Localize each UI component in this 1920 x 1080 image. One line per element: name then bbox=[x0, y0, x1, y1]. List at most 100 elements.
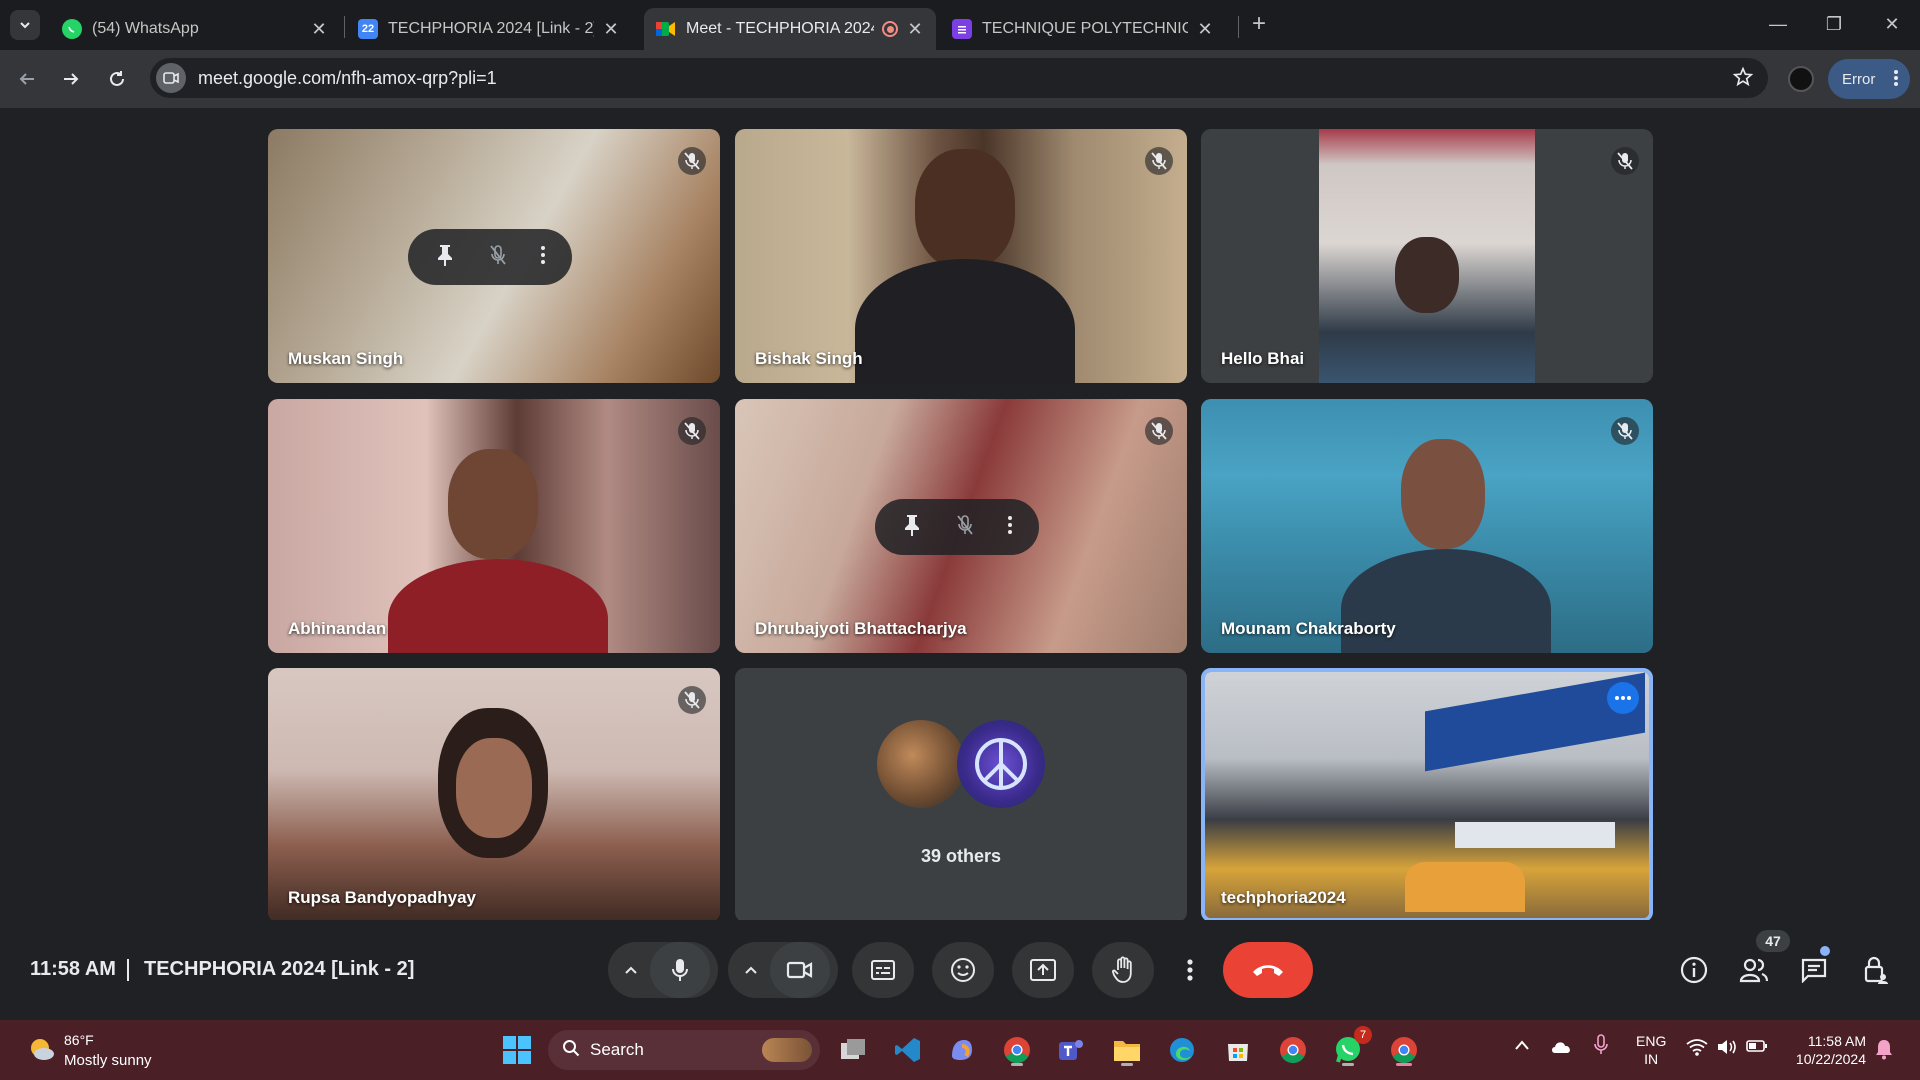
chevron-down-icon bbox=[20, 22, 30, 29]
chrome-icon[interactable] bbox=[1275, 1032, 1311, 1068]
video-feed bbox=[1205, 672, 1649, 918]
site-info-icon[interactable] bbox=[156, 63, 186, 93]
pin-icon[interactable] bbox=[435, 243, 455, 272]
minimize-button[interactable]: — bbox=[1758, 10, 1798, 40]
address-bar[interactable]: meet.google.com/nfh-amox-qrp?pli=1 bbox=[150, 58, 1768, 98]
microsoft-store-icon[interactable] bbox=[1220, 1032, 1256, 1068]
more-vert-icon bbox=[1187, 959, 1193, 981]
chat-button[interactable] bbox=[1794, 950, 1834, 990]
tab-technique-polytechnic[interactable]: TECHNIQUE POLYTECHNIC INS ✕ bbox=[940, 8, 1226, 50]
windows-start-button[interactable] bbox=[503, 1036, 531, 1064]
leave-call-button[interactable] bbox=[1223, 942, 1313, 998]
others-tile[interactable]: 39 others bbox=[735, 668, 1187, 922]
more-options-button[interactable] bbox=[1172, 942, 1208, 998]
microphone-button[interactable] bbox=[650, 942, 710, 998]
profile-avatar[interactable] bbox=[1788, 66, 1814, 92]
tab-title: TECHPHORIA 2024 [Link - 2] bbox=[388, 20, 594, 37]
arrow-right-icon bbox=[64, 73, 79, 85]
weather-icon[interactable] bbox=[26, 1034, 56, 1064]
participant-tile[interactable]: Bishak Singh bbox=[735, 129, 1187, 383]
show-hidden-icons[interactable] bbox=[1514, 1038, 1530, 1054]
mute-participant-icon[interactable] bbox=[955, 513, 975, 542]
tab-close-icon[interactable]: ✕ bbox=[906, 19, 924, 40]
more-options-icon[interactable] bbox=[1607, 682, 1639, 714]
avatar bbox=[957, 720, 1045, 808]
reload-button[interactable] bbox=[100, 62, 134, 96]
language-indicator[interactable]: ENG IN bbox=[1636, 1032, 1666, 1068]
battery-icon[interactable] bbox=[1746, 1038, 1768, 1057]
chrome-icon[interactable] bbox=[1386, 1032, 1422, 1068]
participant-name: Bishak Singh bbox=[755, 349, 863, 368]
participant-tile[interactable]: Dhrubajyoti Bhattacharjya bbox=[735, 399, 1187, 653]
info-icon bbox=[1680, 956, 1708, 984]
weather-temperature[interactable]: 86°F bbox=[64, 1032, 94, 1048]
meeting-time: 11:58 AM bbox=[30, 958, 116, 980]
video-feed bbox=[268, 668, 720, 922]
back-button[interactable] bbox=[10, 62, 44, 96]
tab-whatsapp[interactable]: (54) WhatsApp ✕ bbox=[50, 8, 340, 50]
participant-tile[interactable]: Muskan Singh bbox=[268, 129, 720, 383]
onedrive-icon[interactable] bbox=[1550, 1038, 1574, 1057]
profile-error-button[interactable]: Error bbox=[1828, 59, 1910, 99]
tab-close-icon[interactable]: ✕ bbox=[602, 19, 620, 40]
taskbar-search[interactable]: Search bbox=[548, 1030, 820, 1070]
restore-button[interactable]: ❐ bbox=[1814, 10, 1854, 40]
audio-options-button[interactable] bbox=[608, 942, 654, 998]
host-controls-button[interactable] bbox=[1856, 950, 1896, 990]
pin-icon[interactable] bbox=[902, 513, 922, 542]
participant-tile[interactable]: Mounam Chakraborty bbox=[1201, 399, 1653, 653]
clock-time: 11:58 AM bbox=[1807, 1033, 1866, 1049]
video-feed bbox=[1201, 399, 1653, 653]
weather-description[interactable]: Mostly sunny bbox=[64, 1052, 152, 1069]
bookmark-star-icon[interactable] bbox=[1732, 66, 1754, 93]
raise-hand-button[interactable] bbox=[1092, 942, 1154, 998]
present-button[interactable] bbox=[1012, 942, 1074, 998]
wifi-icon[interactable] bbox=[1686, 1038, 1708, 1059]
system-clock[interactable]: 11:58 AM 10/22/2024 bbox=[1788, 1032, 1866, 1068]
chat-icon bbox=[1801, 958, 1827, 983]
whatsapp-icon[interactable]: 7 bbox=[1330, 1026, 1372, 1068]
tab-close-icon[interactable]: ✕ bbox=[1196, 19, 1214, 40]
microphone-tray-icon[interactable] bbox=[1594, 1034, 1608, 1059]
camera-button[interactable] bbox=[770, 942, 830, 998]
people-button[interactable] bbox=[1734, 950, 1774, 990]
participant-tile[interactable]: Rupsa Bandyopadhyay bbox=[268, 668, 720, 922]
mute-participant-icon[interactable] bbox=[488, 243, 508, 272]
edge-icon[interactable] bbox=[1164, 1032, 1200, 1068]
volume-icon[interactable] bbox=[1716, 1038, 1738, 1059]
participant-tile[interactable]: techphoria2024 bbox=[1201, 668, 1653, 922]
participant-tile[interactable]: Abhinandan bbox=[268, 399, 720, 653]
tab-meet[interactable]: Meet - TECHPHORIA 2024 ✕ bbox=[644, 8, 936, 50]
meeting-details-button[interactable] bbox=[1674, 950, 1714, 990]
more-options-icon[interactable] bbox=[1008, 515, 1013, 540]
forward-button[interactable] bbox=[54, 62, 88, 96]
video-feed bbox=[735, 129, 1187, 383]
tab-close-icon[interactable]: ✕ bbox=[310, 19, 328, 40]
window-close-button[interactable]: ✕ bbox=[1872, 10, 1912, 40]
url-text[interactable]: meet.google.com/nfh-amox-qrp?pli=1 bbox=[198, 68, 497, 89]
new-tab-button[interactable]: + bbox=[1244, 10, 1274, 40]
chrome-icon[interactable] bbox=[999, 1032, 1035, 1068]
reactions-button[interactable] bbox=[932, 942, 994, 998]
clock-date: 10/22/2024 bbox=[1795, 1051, 1866, 1067]
browser-tab-strip: (54) WhatsApp ✕ 22 TECHPHORIA 2024 [Link… bbox=[0, 0, 1920, 50]
tab-techphoria-calendar[interactable]: 22 TECHPHORIA 2024 [Link - 2] ✕ bbox=[346, 8, 632, 50]
hand-icon bbox=[1112, 956, 1132, 983]
file-explorer-icon[interactable] bbox=[1109, 1032, 1145, 1068]
tab-divider bbox=[1238, 16, 1239, 38]
more-options-icon[interactable] bbox=[541, 245, 546, 270]
video-feed bbox=[268, 399, 720, 653]
copilot-icon[interactable] bbox=[944, 1032, 980, 1068]
vscode-icon[interactable] bbox=[890, 1032, 926, 1068]
video-options-button[interactable] bbox=[728, 942, 774, 998]
task-view-icon[interactable] bbox=[836, 1032, 872, 1068]
captions-button[interactable] bbox=[852, 942, 914, 998]
notification-bell-icon[interactable] bbox=[1874, 1038, 1894, 1065]
teams-icon[interactable] bbox=[1054, 1032, 1090, 1068]
tile-hover-controls bbox=[408, 229, 572, 285]
participant-tile[interactable]: Hello Bhai bbox=[1201, 129, 1653, 383]
language-code: ENG bbox=[1636, 1033, 1667, 1049]
peace-icon bbox=[975, 738, 1027, 790]
tab-search-button[interactable] bbox=[10, 10, 40, 40]
calendar-icon: 22 bbox=[358, 19, 378, 39]
